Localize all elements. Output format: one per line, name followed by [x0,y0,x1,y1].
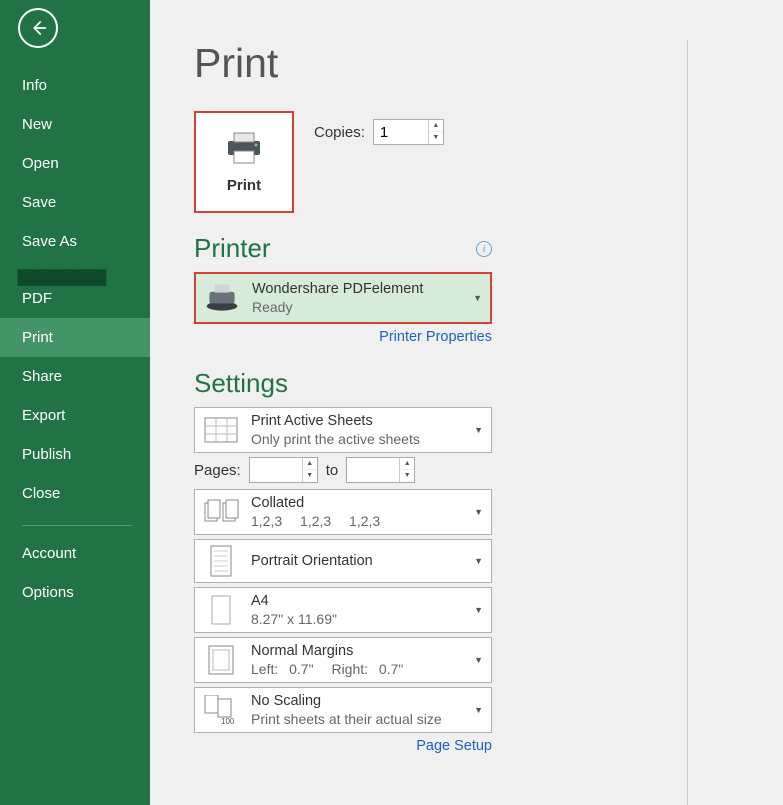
scaling-dropdown[interactable]: 100 No Scaling Print sheets at their act… [194,687,492,733]
sidebar-item-new[interactable]: New [0,105,150,144]
main-panel: Print Print Copies: ▲ ▼ Printer i [150,0,783,805]
printer-dropdown[interactable]: Wondershare PDFelement Ready ▼ [194,272,492,324]
sidebar-item-publish[interactable]: Publish [0,435,150,474]
collated-icon [203,499,239,525]
print-button[interactable]: Print [194,111,294,213]
sidebar-item-options[interactable]: Options [0,573,150,612]
back-button[interactable] [18,8,58,48]
svg-text:100: 100 [221,717,235,725]
chevron-down-icon: ▼ [474,605,483,615]
collation-dropdown[interactable]: Collated 1,2,3 1,2,3 1,2,3 ▼ [194,489,492,535]
scaling-title: No Scaling [251,693,464,709]
page-title: Print [194,40,783,87]
sidebar-item-saveas[interactable]: Save As [0,222,150,261]
sidebar-item-info[interactable]: Info [0,66,150,105]
copies-down-icon[interactable]: ▼ [429,132,443,144]
collation-sub: 1,2,3 1,2,3 1,2,3 [251,513,464,529]
sidebar-item-account[interactable]: Account [0,534,150,573]
sidebar-item-close[interactable]: Close [0,474,150,513]
copies-up-icon[interactable]: ▲ [429,120,443,132]
pages-from-spinner[interactable]: ▲▼ [249,457,318,483]
paper-dropdown[interactable]: A4 8.27" x 11.69" ▼ [194,587,492,633]
copies-input[interactable] [374,120,428,144]
back-arrow-icon [29,19,47,37]
sidebar-item-print[interactable]: Print [0,318,150,357]
pages-label: Pages: [194,462,241,479]
print-what-title: Print Active Sheets [251,413,464,429]
copies-spinner[interactable]: ▲ ▼ [373,119,444,145]
preview-divider [687,40,688,805]
portrait-icon [208,545,234,577]
margins-sub: Left: 0.7" Right: 0.7" [251,661,464,677]
sidebar-item-open[interactable]: Open [0,144,150,183]
scaling-sub: Print sheets at their actual size [251,711,464,727]
printer-device-icon [204,284,240,312]
orientation-title: Portrait Orientation [251,553,464,569]
chevron-down-icon: ▼ [474,705,483,715]
pages-to-label: to [326,462,339,479]
page-icon [209,595,233,625]
printer-heading-text: Printer [194,233,271,264]
chevron-down-icon: ▼ [474,556,483,566]
copies-label: Copies: [314,124,365,141]
sidebar-item-export[interactable]: Export [0,396,150,435]
sidebar-item-obscured: ▆▆▆ ▆▆▆▆ [18,265,150,286]
sidebar-item-save[interactable]: Save [0,183,150,222]
info-icon[interactable]: i [476,241,492,257]
print-what-sub: Only print the active sheets [251,431,464,447]
spin-down-icon[interactable]: ▼ [400,470,414,482]
pages-to-input[interactable] [347,458,399,482]
pages-to-spinner[interactable]: ▲▼ [346,457,415,483]
paper-sub: 8.27" x 11.69" [251,611,464,627]
chevron-down-icon: ▼ [473,293,482,303]
printer-heading: Printer i [194,233,492,264]
pages-from-input[interactable] [250,458,302,482]
printer-icon [224,131,264,165]
printer-properties-link[interactable]: Printer Properties [379,329,492,345]
settings-heading: Settings [194,368,492,399]
sidebar-item-share[interactable]: Share [0,357,150,396]
spin-up-icon[interactable]: ▲ [400,458,414,470]
page-setup-link[interactable]: Page Setup [416,738,492,754]
chevron-down-icon: ▼ [474,655,483,665]
paper-title: A4 [251,593,464,609]
printer-status: Ready [252,299,463,315]
print-what-dropdown[interactable]: Print Active Sheets Only print the activ… [194,407,492,453]
sidebar-divider [22,525,132,526]
printer-name: Wondershare PDFelement [252,281,463,297]
chevron-down-icon: ▼ [474,425,483,435]
chevron-down-icon: ▼ [474,507,483,517]
margins-dropdown[interactable]: Normal Margins Left: 0.7" Right: 0.7" ▼ [194,637,492,683]
spin-up-icon[interactable]: ▲ [303,458,317,470]
orientation-dropdown[interactable]: Portrait Orientation ▼ [194,539,492,583]
collation-title: Collated [251,495,464,511]
print-button-label: Print [227,177,261,194]
margins-icon [208,645,234,675]
scaling-icon: 100 [204,695,238,725]
sidebar-item-pdf[interactable]: PDF [0,286,150,318]
sheets-icon [204,417,238,443]
spin-down-icon[interactable]: ▼ [303,470,317,482]
settings-heading-text: Settings [194,368,288,399]
backstage-sidebar: Info New Open Save Save As ▆▆▆ ▆▆▆▆ PDF … [0,0,150,805]
margins-title: Normal Margins [251,643,464,659]
